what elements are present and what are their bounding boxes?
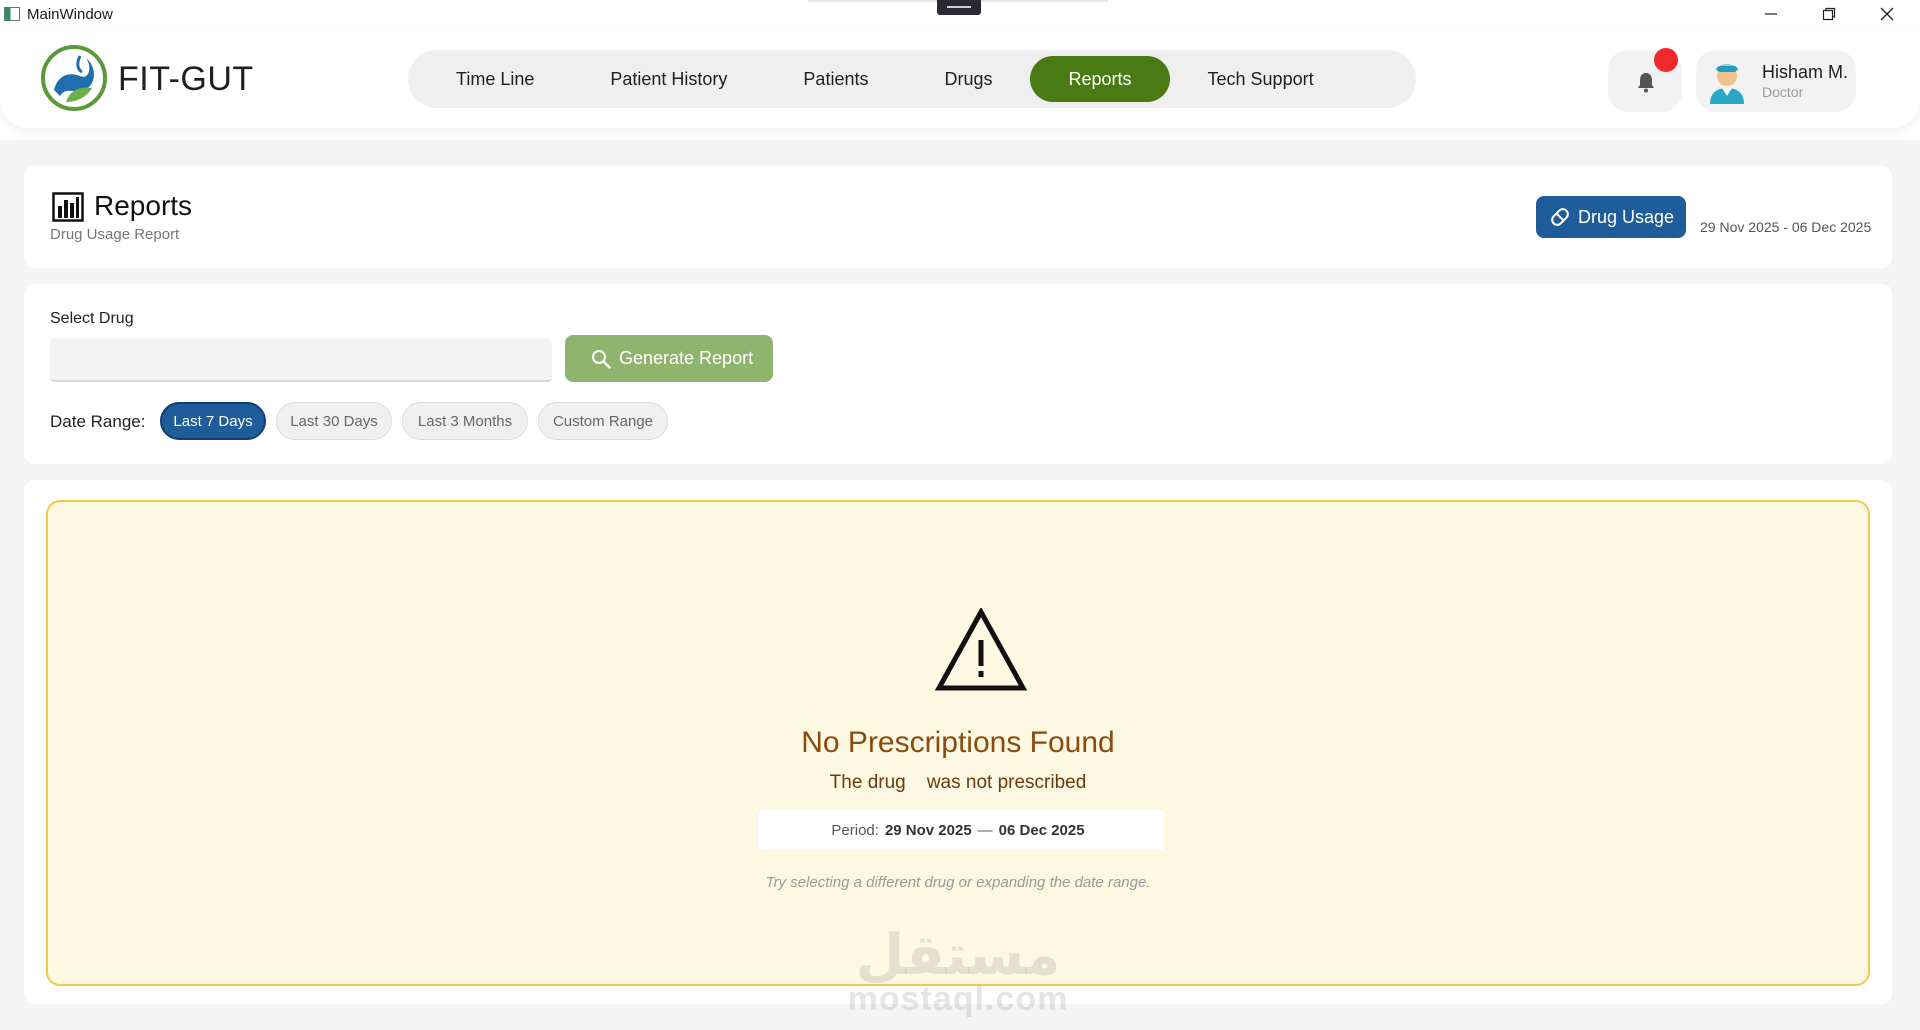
doctor-avatar-icon xyxy=(1706,58,1748,104)
empty-state-message: The drug was not prescribed xyxy=(829,772,1087,793)
results-card: No Prescriptions Found The drug was not … xyxy=(24,480,1892,1018)
empty-state-hint: Try selecting a different drug or expand… xyxy=(765,874,1151,891)
warning-icon xyxy=(934,606,1028,692)
notifications-button[interactable] xyxy=(1608,48,1682,112)
generate-report-button[interactable]: Generate Report xyxy=(565,335,773,382)
search-icon xyxy=(592,350,611,369)
empty-state: No Prescriptions Found The drug was not … xyxy=(46,500,1870,1018)
select-drug-input[interactable] xyxy=(50,338,552,382)
page-title: Reports xyxy=(94,190,193,221)
user-name: Hisham M. xyxy=(1762,62,1849,82)
bar-chart-icon xyxy=(52,192,84,222)
period-summary: Period: 29 Nov 2025 — 06 Dec 2025 xyxy=(758,810,1164,850)
period-start: 29 Nov 2025 xyxy=(884,821,972,839)
watermark-arabic: مستقل xyxy=(855,923,1061,986)
range-last-7-days[interactable]: Last 7 Days xyxy=(160,402,266,440)
drag-handle[interactable] xyxy=(937,0,981,15)
tab-tech-support[interactable]: Tech Support xyxy=(1170,56,1352,102)
fit-gut-logo-icon xyxy=(40,44,108,112)
notification-badge xyxy=(1654,48,1678,72)
tab-drugs[interactable]: Drugs xyxy=(906,56,1030,102)
brand-name: FIT-GUT xyxy=(118,60,254,98)
app-header: FIT-GUT Time Line Patient History Patien… xyxy=(0,28,1920,128)
pill-icon xyxy=(1551,208,1569,226)
tab-patients[interactable]: Patients xyxy=(765,56,906,102)
generate-report-label: Generate Report xyxy=(619,348,754,368)
filters-card: Select Drug Generate Report Date Range: … xyxy=(24,284,1892,464)
page-header-card: Reports Drug Usage Report Drug Usage 29 … xyxy=(24,166,1892,268)
user-role: Doctor xyxy=(1762,84,1804,100)
range-last-3-months[interactable]: Last 3 Months xyxy=(402,402,528,440)
range-custom[interactable]: Custom Range xyxy=(538,402,668,440)
period-separator: — xyxy=(977,821,993,839)
restore-icon[interactable] xyxy=(1800,0,1858,28)
tab-time-line[interactable]: Time Line xyxy=(418,56,572,102)
close-icon[interactable] xyxy=(1858,0,1916,28)
drug-usage-button[interactable]: Drug Usage xyxy=(1536,196,1686,238)
window-title: MainWindow xyxy=(27,6,113,23)
tab-reports[interactable]: Reports xyxy=(1030,56,1170,102)
watermark-url: mostaql.com xyxy=(847,980,1069,1018)
minimize-icon[interactable] xyxy=(1742,0,1800,28)
tab-patient-history[interactable]: Patient History xyxy=(572,56,765,102)
range-last-30-days[interactable]: Last 30 Days xyxy=(276,402,392,440)
page-subtitle: Drug Usage Report xyxy=(50,226,180,243)
report-date-range: 29 Nov 2025 - 06 Dec 2025 xyxy=(1700,219,1872,235)
user-profile[interactable]: Hisham M. Doctor xyxy=(1696,50,1856,112)
period-label: Period: xyxy=(831,821,879,839)
bell-icon xyxy=(1638,73,1654,93)
date-range-label: Date Range: xyxy=(50,412,146,431)
select-drug-label: Select Drug xyxy=(50,310,134,327)
app-icon xyxy=(4,7,20,21)
drug-usage-label: Drug Usage xyxy=(1578,206,1675,227)
empty-state-title: No Prescriptions Found xyxy=(801,726,1115,759)
window-titlebar: MainWindow xyxy=(0,0,1920,28)
main-nav: Time Line Patient History Patients Drugs… xyxy=(408,50,1416,108)
period-end: 06 Dec 2025 xyxy=(998,821,1085,839)
